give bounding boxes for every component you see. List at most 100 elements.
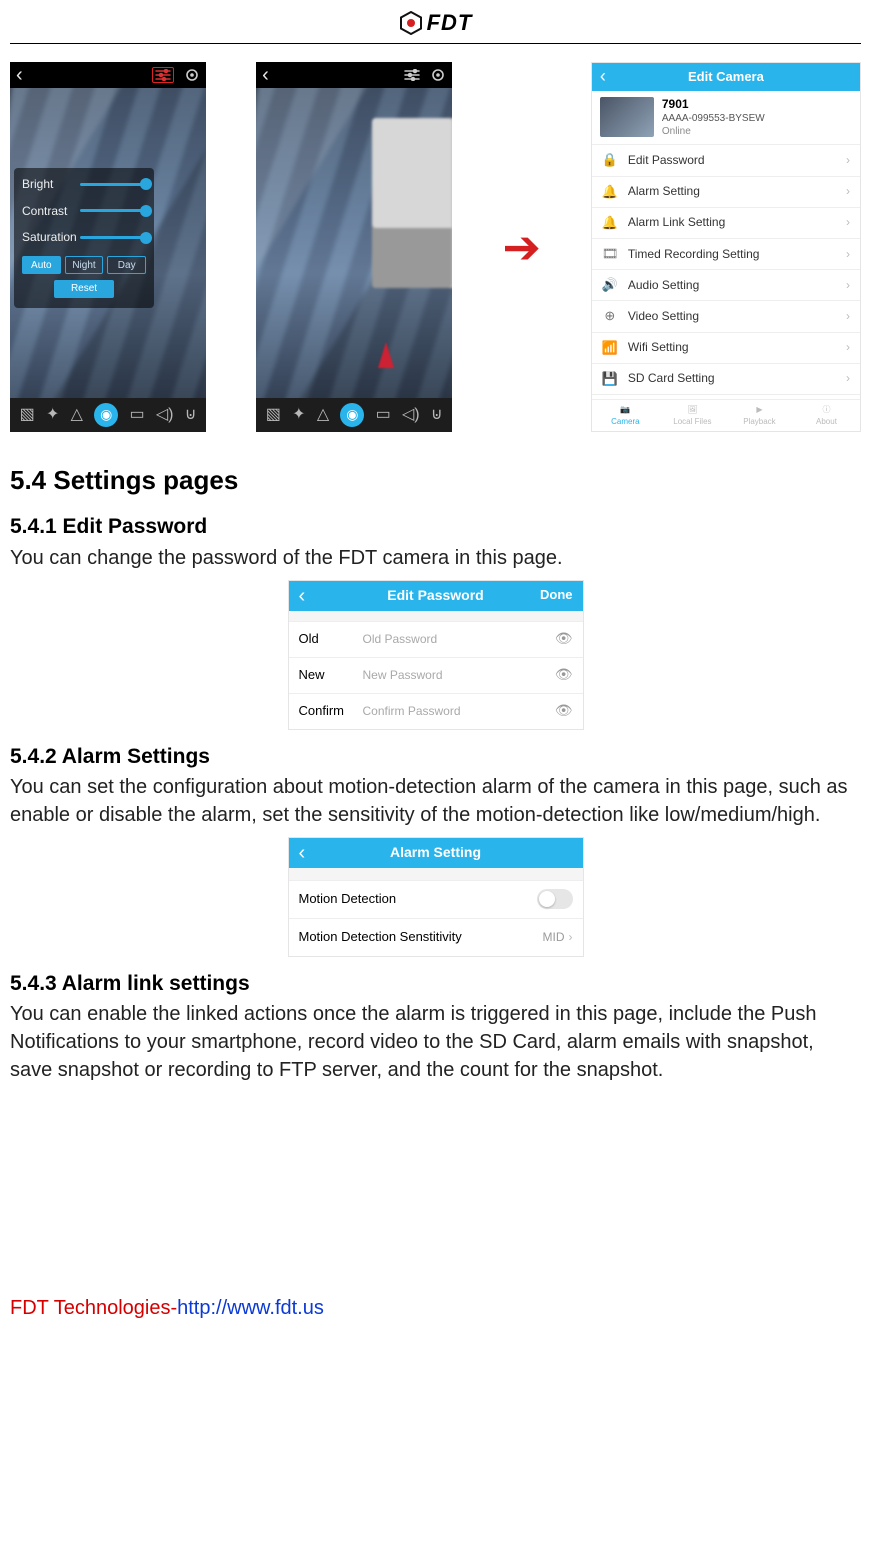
- bell-icon: 🔔: [602, 214, 618, 232]
- subsection-title-542: 5.4.2 Alarm Settings: [10, 742, 861, 771]
- camera-thumbnail: [600, 97, 654, 137]
- settings-item-label: Video Setting: [628, 308, 699, 325]
- playback-tab-icon: ▶: [756, 404, 762, 415]
- settings-item-video[interactable]: ⊕ Video Setting ›: [592, 301, 860, 332]
- confirm-password-row[interactable]: Confirm Confirm Password 👁: [289, 693, 583, 729]
- settings-item-label: Alarm Link Setting: [628, 214, 725, 231]
- tab-local-files[interactable]: 🖼 Local Files: [659, 400, 726, 431]
- snapshot-icon[interactable]: ◉: [94, 403, 118, 427]
- camera-live-view[interactable]: Bright Contrast Saturation Auto Night Da…: [10, 88, 206, 398]
- audio-icon[interactable]: ◁): [156, 404, 174, 426]
- saturation-slider[interactable]: Saturation: [22, 229, 146, 246]
- tab-label: Playback: [743, 416, 775, 427]
- reset-button[interactable]: Reset: [54, 280, 114, 298]
- warning-icon[interactable]: △: [317, 404, 329, 426]
- phone2-topbar: ‹: [256, 62, 452, 88]
- brightness-label: Bright: [22, 176, 74, 193]
- new-password-input[interactable]: New Password: [363, 667, 555, 684]
- contrast-slider[interactable]: Contrast: [22, 203, 146, 220]
- record-icon[interactable]: ▭: [129, 404, 144, 426]
- old-password-label: Old: [299, 630, 363, 648]
- confirm-password-input[interactable]: Confirm Password: [363, 703, 555, 720]
- mic-icon[interactable]: ⊍: [431, 404, 443, 426]
- eye-icon[interactable]: 👁: [555, 701, 573, 721]
- tab-about[interactable]: ⓘ About: [793, 400, 860, 431]
- subsection-title-541: 5.4.1 Edit Password: [10, 512, 861, 541]
- mode-auto-button[interactable]: Auto: [22, 256, 61, 274]
- brand-logo-icon: [399, 11, 423, 35]
- mic-icon[interactable]: ⊍: [185, 404, 197, 426]
- image-adjust-overlay: Bright Contrast Saturation Auto Night Da…: [14, 168, 154, 308]
- contrast-label: Contrast: [22, 203, 74, 220]
- warning-icon[interactable]: △: [71, 404, 83, 426]
- camera-status: Online: [662, 125, 765, 138]
- gear-icon[interactable]: [430, 67, 446, 83]
- back-icon[interactable]: ‹: [299, 839, 306, 867]
- phone1-topbar: ‹: [10, 62, 206, 88]
- motion-sensitivity-row[interactable]: Motion Detection Senstitivity MID ›: [289, 918, 583, 956]
- edit-camera-header: ‹ Edit Camera: [592, 63, 860, 91]
- camera-card[interactable]: 7901 AAAA-099553-BYSEW Online: [592, 91, 860, 146]
- subsection-title-543: 5.4.3 Alarm link settings: [10, 969, 861, 998]
- brand-name: FDT: [427, 8, 473, 39]
- gallery-icon[interactable]: ▧: [20, 404, 35, 426]
- phone1-toolbar: ▧ ✦ △ ◉ ▭ ◁) ⊍: [10, 398, 206, 432]
- camera-name: 7901: [662, 97, 765, 113]
- snapshot-icon[interactable]: ◉: [340, 403, 364, 427]
- sdcard-icon: 💾: [602, 370, 618, 388]
- footer-company: FDT Technologies-: [10, 1297, 177, 1319]
- audio-icon[interactable]: ◁): [402, 404, 420, 426]
- settings-item-edit-password[interactable]: 🔒 Edit Password ›: [592, 145, 860, 176]
- new-password-row[interactable]: New New Password 👁: [289, 657, 583, 693]
- chevron-right-icon: ›: [846, 308, 850, 325]
- settings-item-label: SD Card Setting: [628, 370, 715, 387]
- gear-icon[interactable]: [184, 67, 200, 83]
- settings-item-label: Edit Password: [628, 152, 705, 169]
- adjust-sliders-icon[interactable]: [152, 67, 174, 83]
- page-footer: FDT Technologies-http://www.fdt.us: [10, 1294, 861, 1322]
- back-icon[interactable]: ‹: [299, 582, 306, 610]
- edit-password-panel: ‹ Edit Password Done Old Old Password 👁 …: [288, 580, 584, 730]
- record-icon[interactable]: ▭: [376, 404, 391, 426]
- back-icon[interactable]: ‹: [262, 62, 269, 89]
- subsection-desc-541: You can change the password of the FDT c…: [10, 544, 861, 572]
- settings-item-alarm-setting[interactable]: 🔔 Alarm Setting ›: [592, 177, 860, 208]
- arrow-icon: ➔: [502, 215, 541, 279]
- settings-item-wifi[interactable]: 📶 Wifi Setting ›: [592, 333, 860, 364]
- camera-tab-icon: 📷: [620, 404, 630, 415]
- settings-item-sd-card[interactable]: 💾 SD Card Setting ›: [592, 364, 860, 395]
- old-password-row[interactable]: Old Old Password 👁: [289, 621, 583, 657]
- adjust-sliders-icon[interactable]: [404, 69, 420, 81]
- settings-list: 🔒 Edit Password › 🔔 Alarm Setting › 🔔 Al…: [592, 145, 860, 398]
- settings-item-audio[interactable]: 🔊 Audio Setting ›: [592, 270, 860, 301]
- back-icon[interactable]: ‹: [600, 64, 606, 89]
- settings-item-alarm-link[interactable]: 🔔 Alarm Link Setting ›: [592, 208, 860, 239]
- ptz-icon[interactable]: ✦: [46, 404, 59, 426]
- brightness-slider[interactable]: Bright: [22, 176, 146, 193]
- subsection-desc-543: You can enable the linked actions once t…: [10, 1000, 861, 1084]
- tab-label: About: [816, 416, 837, 427]
- gallery-icon[interactable]: ▧: [266, 404, 281, 426]
- done-button[interactable]: Done: [540, 586, 573, 604]
- eye-icon[interactable]: 👁: [555, 665, 573, 685]
- old-password-input[interactable]: Old Password: [363, 631, 555, 648]
- settings-item-label: Wifi Setting: [628, 339, 689, 356]
- footer-url[interactable]: http://www.fdt.us: [177, 1297, 324, 1319]
- back-icon[interactable]: ‹: [16, 62, 23, 89]
- mode-night-button[interactable]: Night: [65, 256, 104, 274]
- ptz-icon[interactable]: ✦: [292, 404, 305, 426]
- chevron-right-icon: ›: [846, 246, 850, 263]
- tab-playback[interactable]: ▶ Playback: [726, 400, 793, 431]
- camera-live-view[interactable]: [256, 88, 452, 398]
- phone-screenshot-2: ‹ ▧ ✦ △: [256, 62, 452, 432]
- settings-item-timed-recording[interactable]: 🎞 Timed Recording Setting ›: [592, 239, 860, 270]
- mode-day-button[interactable]: Day: [107, 256, 146, 274]
- tab-camera[interactable]: 📷 Camera: [592, 400, 659, 431]
- chevron-right-icon: ›: [846, 277, 850, 294]
- chevron-right-icon: ›: [846, 214, 850, 231]
- confirm-password-label: Confirm: [299, 702, 363, 720]
- about-tab-icon: ⓘ: [822, 404, 830, 415]
- motion-detection-toggle[interactable]: [537, 889, 573, 909]
- chevron-right-icon: ›: [846, 183, 850, 200]
- eye-icon[interactable]: 👁: [555, 629, 573, 649]
